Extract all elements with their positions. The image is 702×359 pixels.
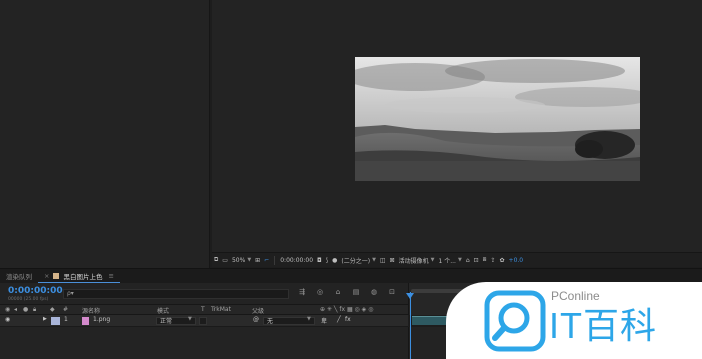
graph-editor-icon[interactable]: ⊡ xyxy=(386,288,398,296)
parent-value: 无 xyxy=(267,318,274,325)
column-mode[interactable]: 模式 xyxy=(157,306,169,315)
views-dropdown[interactable]: 1 个... ▼ xyxy=(437,255,464,266)
resolution-value: (二分之一) xyxy=(341,257,371,265)
exposure-icon[interactable]: ✿ xyxy=(498,255,507,266)
chevron-down-icon: ▼ xyxy=(457,257,462,263)
close-icon[interactable]: × xyxy=(44,272,49,280)
divider xyxy=(274,255,276,265)
column-trkmat: TrkMat xyxy=(211,306,231,313)
zoom-dropdown[interactable]: 50% ▼ xyxy=(230,255,253,266)
fast-preview-icon[interactable]: ⌂ xyxy=(464,255,472,266)
chevron-down-icon: ▼ xyxy=(430,257,435,263)
watermark-brand-cn: IT百科 xyxy=(549,305,657,346)
layer-label-swatch[interactable] xyxy=(51,317,60,325)
layer-list-empty-area xyxy=(0,327,408,359)
monitor-icon[interactable]: ▭ xyxy=(220,255,230,266)
transparency-grid-icon[interactable]: ⊠ xyxy=(388,255,397,266)
label-icon: ◆ xyxy=(50,306,55,313)
snapshot-icon[interactable]: ◘ xyxy=(315,255,324,266)
column-t: T xyxy=(201,306,205,313)
solo-icon: ● xyxy=(23,306,29,313)
grid-icon[interactable]: ⊞ xyxy=(253,255,262,266)
flowchart-icon[interactable]: ⧈ xyxy=(481,255,489,266)
color-channel-icon[interactable]: ● xyxy=(330,255,339,266)
exposure-value[interactable]: +0.0 xyxy=(507,255,526,266)
views-value: 1 个... xyxy=(438,257,456,265)
column-source-name[interactable]: 源名称 xyxy=(82,306,100,315)
mask-icon[interactable]: ⌐ xyxy=(262,255,271,266)
camera-dropdown[interactable]: 活动摄像机 ▼ xyxy=(397,255,437,266)
after-effects-window: ⧉ ▭ 50% ▼ ⊞ ⌐ 0:00:00:00 ◘ ⟆ ● (二分之一) ▼ ◫ … xyxy=(0,0,702,359)
timeline-switches: ⇶ ◎ ⌂ ▤ ◍ ⊡ xyxy=(296,288,398,296)
composition-image xyxy=(355,57,640,181)
timeline-tabs: 渲染队列 × 黑白图片上色 ≡ xyxy=(0,268,702,283)
pconline-watermark: PConline IT百科 xyxy=(446,282,702,359)
camera-value: 活动摄像机 xyxy=(398,257,429,265)
tab-composition[interactable]: × 黑白图片上色 ≡ xyxy=(38,269,120,283)
mode-value: 正常 xyxy=(160,318,173,325)
preserve-transparency-checkbox[interactable] xyxy=(199,317,207,325)
chevron-down-icon: ▼ xyxy=(247,257,252,263)
quality-switch-icon[interactable]: ╱ xyxy=(337,316,341,323)
image-file-icon xyxy=(82,317,89,325)
motion-blur-icon[interactable]: ◍ xyxy=(368,288,380,296)
panel-menu-icon[interactable]: ≡ xyxy=(108,272,113,280)
viewer-toolbar: ⧉ ▭ 50% ▼ ⊞ ⌐ 0:00:00:00 ◘ ⟆ ● (二分之一) ▼ ◫ … xyxy=(212,252,702,267)
layer-switches-header: ⊕ ✳ ╲ fx ▦ ◎ ◈ ◎ xyxy=(320,306,374,313)
composition-color-swatch xyxy=(53,272,60,279)
eye-icon[interactable]: ◉ xyxy=(5,316,10,323)
audio-switch-icon: ◂ xyxy=(14,306,18,313)
chevron-down-icon: ▼ xyxy=(307,316,311,322)
lock-icon: 🔒︎ xyxy=(33,306,37,313)
bw-landscape-photo xyxy=(355,57,640,181)
effects-switch-icon[interactable]: fx xyxy=(345,316,351,323)
draft-3d-icon[interactable]: ◎ xyxy=(314,288,326,296)
video-switch-icon: ◉ xyxy=(5,306,11,313)
current-time-indicator[interactable] xyxy=(410,292,411,359)
always-preview-icon[interactable]: ⧉ xyxy=(212,255,220,266)
comp-mini-flowchart-icon[interactable]: ⇶ xyxy=(296,288,308,296)
layer-search-input[interactable]: ρ▾ xyxy=(63,289,289,299)
frame-rate-display: 00000 (25.00 fps) xyxy=(8,297,49,302)
watermark-brand-en: PConline xyxy=(551,289,600,303)
resolution-dropdown[interactable]: (二分之一) ▼ xyxy=(339,255,378,266)
tab-render-queue[interactable]: 渲染队列 xyxy=(0,269,38,283)
layer-index: 1 xyxy=(64,316,68,323)
share-icon[interactable]: ⇪ xyxy=(488,255,497,266)
pick-whip-icon[interactable]: @ xyxy=(253,316,259,323)
current-time-display[interactable]: 0:00:00:00 xyxy=(8,286,63,296)
expand-triangle-icon[interactable]: ▶ xyxy=(43,316,47,322)
project-panel xyxy=(0,0,210,268)
tab-label: 黑白图片上色 xyxy=(63,272,103,281)
zoom-value: 50% xyxy=(231,256,246,264)
column-parent[interactable]: 父级 xyxy=(252,306,264,315)
viewer-timecode[interactable]: 0:00:00:00 xyxy=(278,255,315,266)
shy-layers-icon[interactable]: ⌂ xyxy=(332,288,344,296)
column-num: # xyxy=(63,306,69,313)
tab-label: 渲染队列 xyxy=(6,273,32,281)
table-row[interactable]: ◉ ▶ 1 1.png 正常 ▼ @ 无 ▼ 卑 ╱ fx xyxy=(0,315,408,327)
shy-switch-icon[interactable]: 卑 xyxy=(321,316,327,325)
magnifier-logo-icon xyxy=(484,290,546,352)
chevron-down-icon: ▼ xyxy=(188,316,192,322)
layer-name[interactable]: 1.png xyxy=(93,316,110,323)
layer-column-headers: ◉ ◂ ● 🔒︎ ◆ # 源名称 模式 T TrkMat 父级 ⊕ ✳ ╲ fx… xyxy=(0,304,408,315)
chevron-down-icon: ▼ xyxy=(372,257,376,263)
region-of-interest-icon[interactable]: ◫ xyxy=(378,255,388,266)
timeline-icon[interactable]: ⊡ xyxy=(472,255,481,266)
frame-blending-icon[interactable]: ▤ xyxy=(350,288,362,296)
